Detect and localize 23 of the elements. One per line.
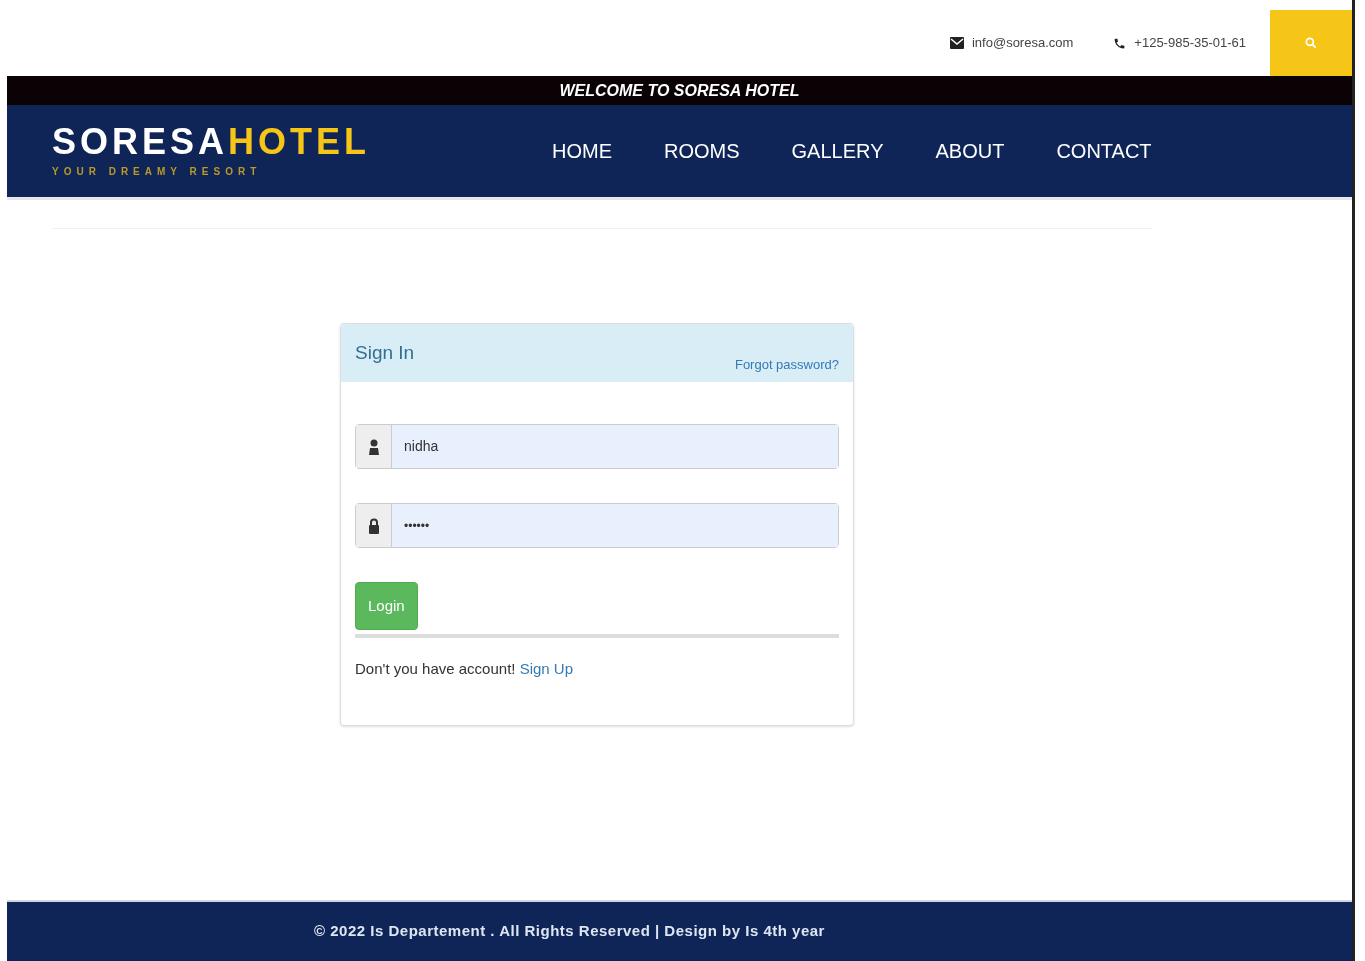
signup-link[interactable]: Sign Up bbox=[519, 660, 573, 677]
welcome-text: WELCOME TO SORESA HOTEL bbox=[559, 80, 800, 101]
nav-link[interactable]: HOME bbox=[552, 136, 612, 166]
signin-title: Sign In bbox=[355, 341, 415, 365]
phone-icon bbox=[1113, 36, 1127, 50]
phone-text: +125-985-35-01-61 bbox=[1134, 34, 1246, 53]
lock-icon bbox=[367, 517, 380, 534]
username-field[interactable]: nidha bbox=[355, 424, 839, 469]
envelope-icon bbox=[949, 37, 964, 49]
nav-link[interactable]: CONTACT bbox=[1056, 136, 1152, 166]
logo-tagline: YOUR DREAMY RESORT bbox=[52, 164, 263, 179]
signup-prompt: Don't you have account! Sign Up bbox=[355, 659, 574, 679]
search-button[interactable] bbox=[1270, 10, 1352, 76]
user-icon bbox=[367, 438, 380, 455]
logo[interactable]: SORESAHOTEL bbox=[52, 123, 452, 160]
nav-link[interactable]: ABOUT bbox=[935, 136, 1005, 166]
email-text: info@soresa.com bbox=[971, 34, 1074, 53]
footer-text: © 2022 Is Departement . All Rights Reserved | Design by Is 4th year bbox=[314, 921, 825, 942]
nav-link[interactable]: GALLERY bbox=[791, 136, 884, 166]
password-field[interactable]: •••••• bbox=[355, 503, 839, 548]
forgot-password-link[interactable]: Forgot password? bbox=[734, 355, 839, 382]
search-icon bbox=[1304, 36, 1318, 50]
nav-link[interactable]: ROOMS bbox=[664, 136, 740, 166]
